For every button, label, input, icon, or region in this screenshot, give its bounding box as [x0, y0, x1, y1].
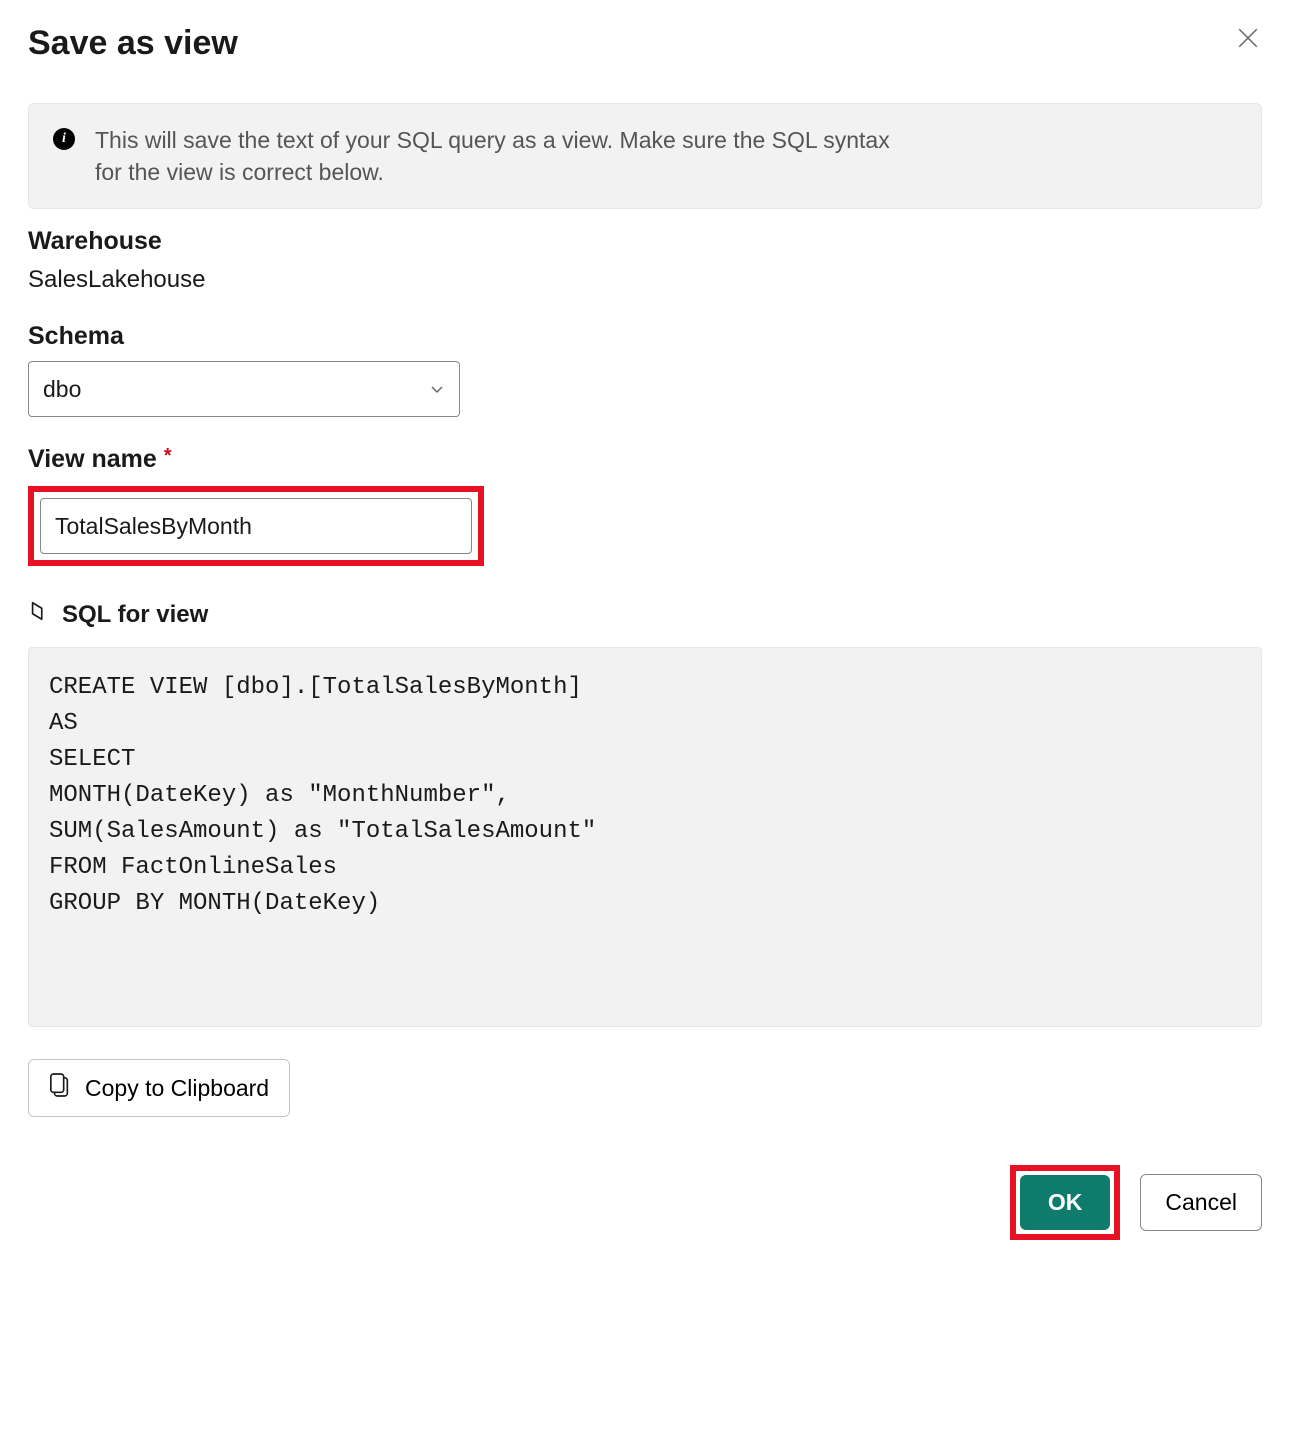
sql-section-label: SQL for view — [62, 601, 208, 629]
warehouse-label: Warehouse — [28, 227, 1262, 256]
dialog-title: Save as view — [28, 24, 238, 63]
sql-icon — [28, 600, 50, 629]
highlight-ok: OK — [1010, 1165, 1121, 1240]
cancel-button[interactable]: Cancel — [1140, 1174, 1262, 1231]
clipboard-icon — [49, 1072, 71, 1104]
highlight-view-name — [28, 486, 484, 566]
schema-label: Schema — [28, 322, 1262, 351]
required-asterisk: * — [164, 445, 172, 467]
info-banner: i This will save the text of your SQL qu… — [28, 103, 1262, 209]
close-button[interactable] — [1234, 24, 1262, 57]
ok-button[interactable]: OK — [1020, 1175, 1111, 1230]
warehouse-value: SalesLakehouse — [28, 266, 1262, 294]
sql-code-box[interactable]: CREATE VIEW [dbo].[TotalSalesByMonth] AS… — [28, 647, 1262, 1027]
copy-to-clipboard-button[interactable]: Copy to Clipboard — [28, 1059, 290, 1117]
close-icon — [1238, 27, 1258, 54]
view-name-input[interactable] — [40, 498, 472, 554]
info-icon: i — [53, 128, 75, 150]
info-text: This will save the text of your SQL quer… — [95, 124, 895, 188]
chevron-down-icon — [429, 376, 445, 403]
copy-button-label: Copy to Clipboard — [85, 1075, 269, 1102]
view-name-label: View name * — [28, 445, 1262, 474]
schema-selected-value: dbo — [43, 376, 81, 403]
schema-select[interactable]: dbo — [28, 361, 460, 417]
